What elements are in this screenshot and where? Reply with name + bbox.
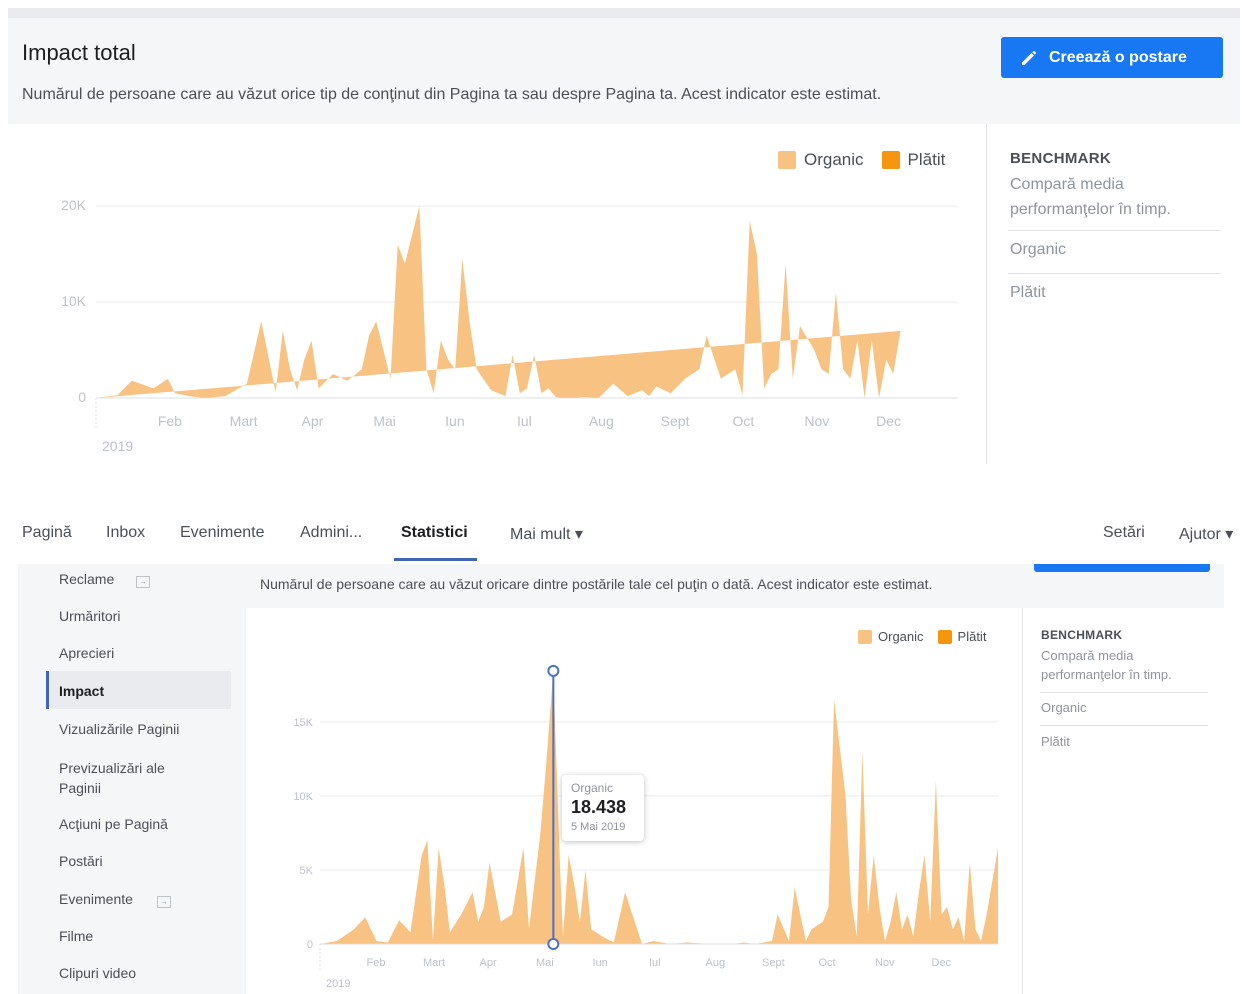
- nav-settings[interactable]: Setări: [1103, 524, 1145, 542]
- nav-help[interactable]: Ajutor ▾: [1179, 524, 1233, 544]
- y-tick-label: 5K: [300, 865, 314, 877]
- x-tick-label: Aug: [706, 957, 726, 969]
- x-tick-label: Iun: [445, 413, 464, 429]
- post-impact-description: Numărul de persoane care au văzut oricar…: [260, 576, 933, 592]
- y-tick-label: 10K: [61, 293, 87, 309]
- tooltip-value: 18.438: [571, 797, 627, 817]
- organic-area-series: [320, 670, 998, 944]
- create-post-button-edge[interactable]: [1034, 564, 1210, 572]
- external-link-icon: →: [136, 576, 151, 588]
- y-tick-label: 0: [78, 389, 86, 405]
- x-axis-year-label: 2019: [326, 978, 350, 990]
- nav-tab-pagina[interactable]: Pagină: [22, 524, 72, 542]
- x-tick-label: Sept: [661, 413, 690, 429]
- chart-tooltip: Organic 18.438 5 Mai 2019: [562, 775, 644, 841]
- x-tick-label: Mart: [423, 957, 445, 969]
- top-impact-chart: 0 10K 20K Feb Mart Apr Mai Iun Iul Aug Sept Oct Nov D…: [61, 197, 958, 454]
- x-tick-label: Iun: [593, 957, 608, 969]
- sidebar-item-reclame[interactable]: Reclame →: [59, 571, 151, 588]
- y-tick-label: 0: [307, 939, 313, 951]
- x-tick-label: Aug: [589, 413, 614, 429]
- x-tick-label: Sept: [762, 957, 785, 969]
- y-tick-label: 15K: [293, 717, 313, 729]
- x-tick-label: Nov: [804, 413, 829, 429]
- active-tab-indicator: [394, 558, 477, 561]
- nav-tab-evenimente[interactable]: Evenimente: [180, 524, 265, 542]
- x-tick-label: Feb: [158, 413, 182, 429]
- x-tick-label: Nov: [875, 957, 895, 969]
- nav-tab-inbox[interactable]: Inbox: [106, 524, 145, 542]
- hover-point-top: [547, 664, 560, 677]
- x-tick-label: Oct: [819, 957, 836, 969]
- x-tick-label: Apr: [480, 957, 497, 969]
- y-tick-label: 10K: [293, 791, 313, 803]
- nav-tab-statistici[interactable]: Statistici: [401, 524, 468, 542]
- tooltip-date: 5 Mai 2019: [571, 821, 626, 833]
- x-tick-label: Apr: [302, 413, 324, 429]
- x-tick-label: Mai: [536, 957, 554, 969]
- x-tick-label: Dec: [876, 413, 901, 429]
- x-tick-label: Mai: [373, 413, 396, 429]
- y-tick-label: 20K: [61, 197, 87, 213]
- nav-tab-admin[interactable]: Admini...: [300, 524, 362, 542]
- x-tick-label: Dec: [932, 957, 952, 969]
- x-axis-year-label: 2019: [102, 438, 133, 454]
- tooltip-label: Organic: [571, 781, 614, 795]
- x-tick-label: Oct: [733, 413, 755, 429]
- hover-point-bottom: [547, 938, 560, 950]
- x-tick-label: Mart: [230, 413, 258, 429]
- nav-tab-mai-mult[interactable]: Mai mult ▾: [510, 524, 583, 544]
- x-tick-label: Iul: [517, 413, 532, 429]
- x-tick-label: Feb: [367, 957, 386, 969]
- x-tick-label: Iul: [649, 957, 661, 969]
- sidebar-item-label: Reclame: [59, 571, 115, 587]
